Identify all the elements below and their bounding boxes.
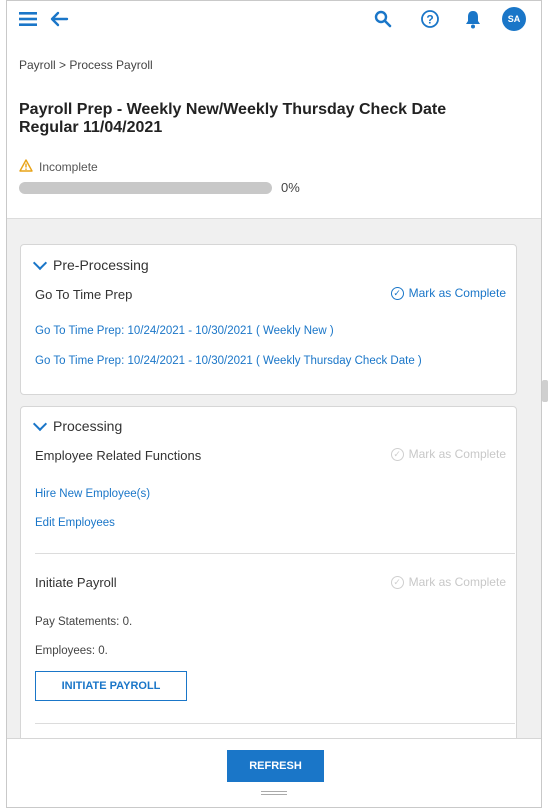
svg-text:?: ? bbox=[426, 13, 433, 27]
go-to-time-prep-title: Go To Time Prep bbox=[35, 287, 133, 302]
bell-icon[interactable] bbox=[464, 9, 482, 29]
progress-percent: 0% bbox=[281, 180, 300, 195]
mark-complete-label: Mark as Complete bbox=[408, 286, 506, 300]
scrollbar-thumb[interactable] bbox=[542, 380, 548, 402]
pre-processing-toggle[interactable]: Pre-Processing bbox=[32, 255, 149, 273]
back-arrow-icon[interactable] bbox=[49, 10, 69, 28]
app-frame: ? SA Payroll > Process Payroll Payroll P… bbox=[6, 0, 542, 808]
drag-handle-icon[interactable] bbox=[261, 791, 287, 795]
employee-functions-title: Employee Related Functions bbox=[35, 448, 202, 463]
hamburger-menu-icon[interactable] bbox=[19, 11, 37, 27]
status-indicator: Incomplete bbox=[19, 159, 98, 175]
help-icon[interactable]: ? bbox=[420, 9, 440, 29]
initiate-payroll-button[interactable]: INITIATE PAYROLL bbox=[35, 671, 187, 701]
breadcrumb[interactable]: Payroll > Process Payroll bbox=[19, 58, 153, 72]
mark-complete-label: Mark as Complete bbox=[408, 575, 506, 589]
employee-functions-mark-complete-button[interactable]: ✓ Mark as Complete bbox=[390, 447, 506, 461]
processing-heading: Processing bbox=[53, 418, 123, 434]
top-bar: ? SA bbox=[7, 1, 541, 41]
mark-complete-label: Mark as Complete bbox=[408, 447, 506, 461]
refresh-button[interactable]: REFRESH bbox=[227, 750, 324, 782]
check-circle-icon: ✓ bbox=[390, 575, 404, 589]
search-icon[interactable] bbox=[374, 10, 392, 28]
processing-toggle[interactable]: Processing bbox=[32, 416, 123, 434]
chevron-down-icon bbox=[32, 416, 48, 431]
footer-bar: REFRESH bbox=[7, 738, 541, 807]
initiate-payroll-mark-complete-button[interactable]: ✓ Mark as Complete bbox=[390, 575, 506, 589]
section-divider bbox=[35, 553, 515, 554]
content-area: Pre-Processing Go To Time Prep ✓ Mark as… bbox=[7, 218, 541, 746]
pre-processing-mark-complete-button[interactable]: ✓ Mark as Complete bbox=[390, 286, 506, 300]
employees-count: Employees: 0. bbox=[35, 645, 108, 657]
avatar[interactable]: SA bbox=[502, 7, 526, 31]
time-prep-link-weekly-new[interactable]: Go To Time Prep: 10/24/2021 - 10/30/2021… bbox=[35, 325, 334, 337]
pre-processing-heading: Pre-Processing bbox=[53, 257, 149, 273]
check-circle-icon: ✓ bbox=[390, 286, 404, 300]
initiate-payroll-title: Initiate Payroll bbox=[35, 575, 117, 590]
edit-employees-link[interactable]: Edit Employees bbox=[35, 517, 115, 529]
pre-processing-card: Pre-Processing Go To Time Prep ✓ Mark as… bbox=[20, 244, 517, 395]
check-circle-icon: ✓ bbox=[390, 447, 404, 461]
progress-bar bbox=[19, 182, 272, 194]
processing-card: Processing Employee Related Functions ✓ … bbox=[20, 406, 517, 746]
time-prep-link-weekly-thursday[interactable]: Go To Time Prep: 10/24/2021 - 10/30/2021… bbox=[35, 355, 422, 367]
pay-statements-count: Pay Statements: 0. bbox=[35, 616, 133, 628]
hire-new-employee-link[interactable]: Hire New Employee(s) bbox=[35, 488, 150, 500]
warning-icon bbox=[19, 159, 33, 175]
section-divider bbox=[35, 723, 515, 724]
page-title: Payroll Prep - Weekly New/Weekly Thursda… bbox=[19, 101, 447, 136]
status-label: Incomplete bbox=[39, 160, 98, 174]
chevron-down-icon bbox=[32, 255, 48, 270]
